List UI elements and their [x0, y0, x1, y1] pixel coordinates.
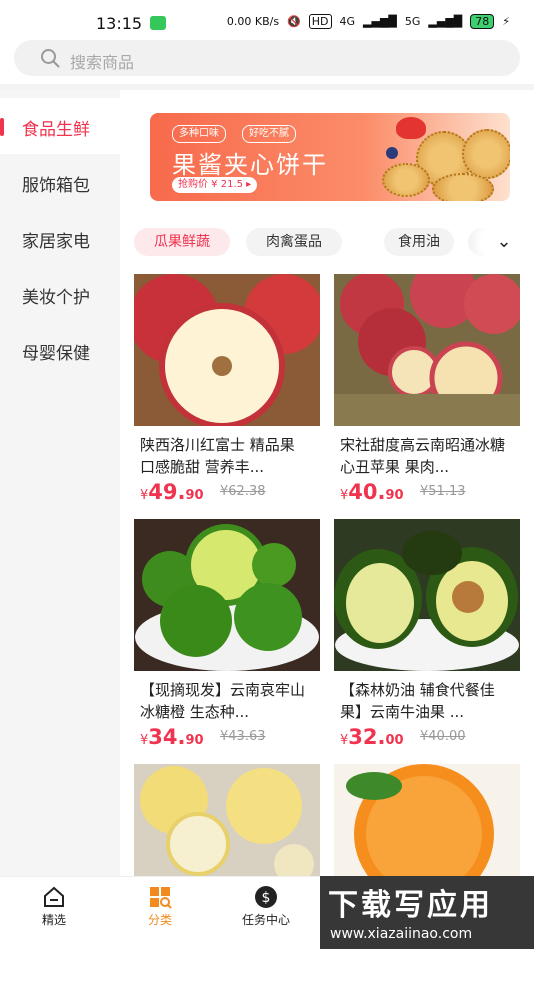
sidebar-item-label: 美妆个护 — [22, 288, 90, 308]
signal-5g: 5G — [404, 15, 421, 28]
notification-app-icon — [150, 16, 166, 30]
status-bar: 13:15 0.00 KB/s 🔇 HD 4G ▂▄▆█ 5G ▂▄▆█ 78 … — [0, 0, 534, 40]
product-card[interactable]: 【森林奶油 辅食代餐佳果】云南牛油果 ... ¥32.00 ¥40.00 — [334, 519, 520, 749]
sidebar-item-baby[interactable]: 母婴保健 — [0, 322, 120, 378]
product-price: ¥32.00 — [340, 725, 404, 749]
sidebar-item-label: 母婴保健 — [22, 344, 90, 364]
sidebar-item-clothing[interactable]: 服饰箱包 — [0, 154, 120, 210]
product-image — [134, 274, 320, 426]
search-placeholder[interactable]: 搜索商品 — [70, 49, 134, 73]
original-price: ¥51.13 — [420, 484, 466, 499]
product-card[interactable]: 【现摘现发】云南哀牢山冰糖橙 生态种... ¥34.90 ¥43.63 — [134, 519, 320, 749]
original-price: ¥43.63 — [220, 729, 266, 744]
banner-tag: 多种口味 — [172, 125, 226, 143]
tab-category[interactable]: 分类 — [112, 877, 208, 937]
search-bar[interactable]: 搜索商品 — [14, 40, 520, 76]
status-time: 13:15 — [96, 14, 143, 33]
watermark-url: www.xiazaiinao.com — [330, 926, 473, 942]
banner-headline: 果酱夹心饼干 — [172, 151, 328, 179]
tab-featured[interactable]: 精选 — [6, 877, 102, 937]
sidebar-item-label: 食品生鲜 — [22, 120, 90, 140]
product-title: 陕西洛川红富士 精品果 口感脆甜 营养丰... — [140, 436, 295, 476]
svg-text:$: $ — [262, 890, 271, 906]
blueberry-image — [386, 147, 398, 159]
product-image — [134, 519, 320, 671]
sidebar-item-beauty[interactable]: 美妆个护 — [0, 266, 120, 322]
status-indicators: 0.00 KB/s 🔇 HD 4G ▂▄▆█ 5G ▂▄▆█ 78 ⚡ — [227, 14, 510, 29]
sidebar-item-label: 服饰箱包 — [22, 176, 90, 196]
chip-fruits-veg[interactable]: 瓜果鲜蔬 — [134, 228, 230, 256]
tab-task-center[interactable]: $ 任务中心 — [218, 877, 314, 937]
product-title: 【现摘现发】云南哀牢山冰糖橙 生态种... — [140, 681, 306, 721]
biscuit-image — [382, 163, 430, 197]
charging-icon: ⚡ — [502, 15, 510, 28]
original-price: ¥40.00 — [420, 729, 466, 744]
original-price: ¥62.38 — [220, 484, 266, 499]
sidebar-item-food[interactable]: 食品生鲜 — [0, 98, 120, 154]
sidebar-item-home[interactable]: 家居家电 — [0, 210, 120, 266]
product-card[interactable]: 宋社甜度高云南昭通冰糖心丑苹果 果肉... ¥40.90 ¥51.13 — [334, 274, 520, 504]
banner-price: 抢购价 ¥ 21.5 ▸ — [172, 177, 258, 193]
signal-icon-2: ▂▄▆█ — [428, 15, 463, 28]
promo-banner[interactable]: 多种口味 好吃不腻 果酱夹心饼干 抢购价 ¥ 21.5 ▸ — [150, 113, 510, 201]
chevron-down-icon[interactable]: ⌄ — [484, 228, 524, 256]
watermark-overlay: 下载写应用 www.xiazaiinao.com — [320, 876, 534, 949]
banner-tag: 好吃不腻 — [242, 125, 296, 143]
biscuit-image — [432, 173, 494, 201]
home-icon — [44, 886, 64, 907]
product-image — [134, 764, 320, 876]
category-grid-icon — [150, 887, 172, 909]
product-title: 宋社甜度高云南昭通冰糖心丑苹果 果肉... — [340, 436, 506, 476]
signal-icon: ▂▄▆█ — [363, 15, 397, 28]
product-title: 【森林奶油 辅食代餐佳果】云南牛油果 ... — [340, 681, 495, 721]
chip-cooking-oil[interactable]: 食用油 — [384, 228, 454, 256]
product-price: ¥34.90 — [140, 725, 204, 749]
tab-label: 任务中心 — [241, 913, 290, 927]
search-icon — [41, 49, 60, 68]
mute-icon: 🔇 — [287, 15, 301, 28]
battery-level: 78 — [470, 14, 495, 29]
signal-4g: 4G — [339, 15, 356, 28]
task-coin-icon: $ — [255, 886, 277, 908]
tab-label: 精选 — [41, 913, 66, 927]
product-image — [334, 764, 520, 876]
category-sidebar: 食品生鲜 服饰箱包 家居家电 美妆个护 母婴保健 — [0, 90, 120, 876]
product-image — [334, 274, 520, 426]
hd-badge: HD — [308, 14, 332, 29]
biscuit-image — [462, 129, 510, 179]
product-image — [334, 519, 520, 671]
strawberry-image — [396, 117, 426, 139]
subcategory-chips: 瓜果鲜蔬 肉禽蛋品 食用油 ⌄ — [134, 228, 534, 258]
product-price: ¥40.90 — [340, 480, 404, 504]
product-card[interactable]: 陕西洛川红富士 精品果 口感脆甜 营养丰... ¥49.90 ¥62.38 — [134, 274, 320, 504]
chip-meat-eggs[interactable]: 肉禽蛋品 — [246, 228, 342, 256]
net-speed: 0.00 KB/s — [226, 15, 280, 28]
watermark-title: 下载写应用 — [328, 888, 493, 923]
active-indicator — [0, 118, 4, 136]
sidebar-item-label: 家居家电 — [22, 232, 90, 252]
product-price: ¥49.90 — [140, 480, 204, 504]
tab-label: 分类 — [147, 913, 172, 927]
